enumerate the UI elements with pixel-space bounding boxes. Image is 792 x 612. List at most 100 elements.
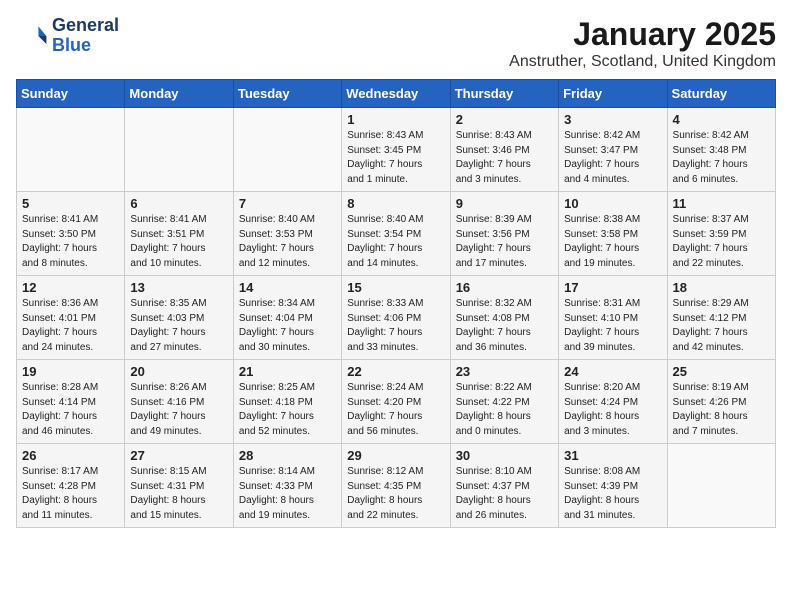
day-info: Sunrise: 8:33 AM Sunset: 4:06 PM Dayligh…: [347, 297, 444, 355]
calendar-cell: 2 Sunrise: 8:43 AM Sunset: 3:46 PM Daylig…: [450, 108, 558, 192]
calendar-cell: 9 Sunrise: 8:39 AM Sunset: 3:56 PM Daylig…: [450, 192, 558, 276]
logo-icon: [16, 20, 48, 52]
day-info: Sunrise: 8:22 AM Sunset: 4:22 PM Dayligh…: [456, 381, 553, 439]
day-number: 21: [239, 364, 336, 379]
day-number: 12: [22, 280, 119, 295]
weekday-header-friday: Friday: [559, 80, 667, 108]
day-number: 1: [347, 112, 444, 127]
day-info: Sunrise: 8:14 AM Sunset: 4:33 PM Dayligh…: [239, 465, 336, 523]
day-number: 3: [564, 112, 661, 127]
day-number: 2: [456, 112, 553, 127]
day-number: 6: [130, 196, 227, 211]
day-info: Sunrise: 8:36 AM Sunset: 4:01 PM Dayligh…: [22, 297, 119, 355]
calendar-cell: 28 Sunrise: 8:14 AM Sunset: 4:33 PM Dayli…: [233, 444, 341, 528]
day-info: Sunrise: 8:17 AM Sunset: 4:28 PM Dayligh…: [22, 465, 119, 523]
day-number: 9: [456, 196, 553, 211]
calendar-cell: 7 Sunrise: 8:40 AM Sunset: 3:53 PM Daylig…: [233, 192, 341, 276]
day-info: Sunrise: 8:37 AM Sunset: 3:59 PM Dayligh…: [673, 213, 770, 271]
day-info: Sunrise: 8:40 AM Sunset: 3:53 PM Dayligh…: [239, 213, 336, 271]
week-row-3: 12 Sunrise: 8:36 AM Sunset: 4:01 PM Dayli…: [17, 276, 776, 360]
calendar-cell: 10 Sunrise: 8:38 AM Sunset: 3:58 PM Dayli…: [559, 192, 667, 276]
calendar-cell: 11Sunrise: 8:37 AM Sunset: 3:59 PM Dayli…: [667, 192, 775, 276]
day-number: 28: [239, 448, 336, 463]
day-number: 15: [347, 280, 444, 295]
day-number: 25: [673, 364, 770, 379]
month-title: January 2025: [509, 16, 776, 53]
weekday-header-monday: Monday: [125, 80, 233, 108]
day-info: Sunrise: 8:10 AM Sunset: 4:37 PM Dayligh…: [456, 465, 553, 523]
day-info: Sunrise: 8:24 AM Sunset: 4:20 PM Dayligh…: [347, 381, 444, 439]
day-info: Sunrise: 8:25 AM Sunset: 4:18 PM Dayligh…: [239, 381, 336, 439]
day-info: Sunrise: 8:29 AM Sunset: 4:12 PM Dayligh…: [673, 297, 770, 355]
calendar-cell: 3 Sunrise: 8:42 AM Sunset: 3:47 PM Daylig…: [559, 108, 667, 192]
calendar-cell: 23 Sunrise: 8:22 AM Sunset: 4:22 PM Dayli…: [450, 360, 558, 444]
calendar-cell: 19 Sunrise: 8:28 AM Sunset: 4:14 PM Dayli…: [17, 360, 125, 444]
day-number: 22: [347, 364, 444, 379]
calendar-cell: [667, 444, 775, 528]
calendar-cell: 8 Sunrise: 8:40 AM Sunset: 3:54 PM Daylig…: [342, 192, 450, 276]
calendar-cell: 12 Sunrise: 8:36 AM Sunset: 4:01 PM Dayli…: [17, 276, 125, 360]
calendar-cell: 20Sunrise: 8:26 AM Sunset: 4:16 PM Dayli…: [125, 360, 233, 444]
day-number: 19: [22, 364, 119, 379]
day-number: 30: [456, 448, 553, 463]
location-subtitle: Anstruther, Scotland, United Kingdom: [509, 53, 776, 71]
day-number: 17: [564, 280, 661, 295]
day-info: Sunrise: 8:39 AM Sunset: 3:56 PM Dayligh…: [456, 213, 553, 271]
day-info: Sunrise: 8:43 AM Sunset: 3:45 PM Dayligh…: [347, 129, 444, 187]
weekday-header-wednesday: Wednesday: [342, 80, 450, 108]
logo-line1: General: [52, 16, 119, 36]
calendar-cell: 18Sunrise: 8:29 AM Sunset: 4:12 PM Dayli…: [667, 276, 775, 360]
day-info: Sunrise: 8:38 AM Sunset: 3:58 PM Dayligh…: [564, 213, 661, 271]
calendar-cell: 26 Sunrise: 8:17 AM Sunset: 4:28 PM Dayli…: [17, 444, 125, 528]
calendar-table: SundayMondayTuesdayWednesdayThursdayFrid…: [16, 79, 776, 528]
calendar-cell: 31Sunrise: 8:08 AM Sunset: 4:39 PM Dayli…: [559, 444, 667, 528]
calendar-cell: 24Sunrise: 8:20 AM Sunset: 4:24 PM Dayli…: [559, 360, 667, 444]
weekday-header-sunday: Sunday: [17, 80, 125, 108]
day-number: 10: [564, 196, 661, 211]
day-info: Sunrise: 8:32 AM Sunset: 4:08 PM Dayligh…: [456, 297, 553, 355]
calendar-cell: 6 Sunrise: 8:41 AM Sunset: 3:51 PM Daylig…: [125, 192, 233, 276]
day-info: Sunrise: 8:12 AM Sunset: 4:35 PM Dayligh…: [347, 465, 444, 523]
weekday-header-row: SundayMondayTuesdayWednesdayThursdayFrid…: [17, 80, 776, 108]
calendar-cell: 4 Sunrise: 8:42 AM Sunset: 3:48 PM Daylig…: [667, 108, 775, 192]
weekday-header-thursday: Thursday: [450, 80, 558, 108]
calendar-cell: [233, 108, 341, 192]
day-info: Sunrise: 8:34 AM Sunset: 4:04 PM Dayligh…: [239, 297, 336, 355]
day-info: Sunrise: 8:26 AM Sunset: 4:16 PM Dayligh…: [130, 381, 227, 439]
day-number: 13: [130, 280, 227, 295]
calendar-cell: 22 Sunrise: 8:24 AM Sunset: 4:20 PM Dayli…: [342, 360, 450, 444]
title-block: January 2025 Anstruther, Scotland, Unite…: [509, 16, 776, 71]
day-info: Sunrise: 8:35 AM Sunset: 4:03 PM Dayligh…: [130, 297, 227, 355]
day-number: 23: [456, 364, 553, 379]
day-info: Sunrise: 8:40 AM Sunset: 3:54 PM Dayligh…: [347, 213, 444, 271]
calendar-cell: [17, 108, 125, 192]
week-row-5: 26 Sunrise: 8:17 AM Sunset: 4:28 PM Dayli…: [17, 444, 776, 528]
day-info: Sunrise: 8:42 AM Sunset: 3:48 PM Dayligh…: [673, 129, 770, 187]
weekday-header-saturday: Saturday: [667, 80, 775, 108]
logo-line2: Blue: [52, 36, 119, 56]
day-info: Sunrise: 8:28 AM Sunset: 4:14 PM Dayligh…: [22, 381, 119, 439]
day-number: 31: [564, 448, 661, 463]
day-number: 27: [130, 448, 227, 463]
day-number: 8: [347, 196, 444, 211]
week-row-1: 1 Sunrise: 8:43 AM Sunset: 3:45 PM Daylig…: [17, 108, 776, 192]
calendar-cell: 16 Sunrise: 8:32 AM Sunset: 4:08 PM Dayli…: [450, 276, 558, 360]
calendar-cell: 29 Sunrise: 8:12 AM Sunset: 4:35 PM Dayli…: [342, 444, 450, 528]
calendar-cell: 27Sunrise: 8:15 AM Sunset: 4:31 PM Dayli…: [125, 444, 233, 528]
calendar-cell: 1 Sunrise: 8:43 AM Sunset: 3:45 PM Daylig…: [342, 108, 450, 192]
day-number: 4: [673, 112, 770, 127]
calendar-cell: 14Sunrise: 8:34 AM Sunset: 4:04 PM Dayli…: [233, 276, 341, 360]
day-info: Sunrise: 8:41 AM Sunset: 3:51 PM Dayligh…: [130, 213, 227, 271]
day-info: Sunrise: 8:43 AM Sunset: 3:46 PM Dayligh…: [456, 129, 553, 187]
calendar-cell: 21 Sunrise: 8:25 AM Sunset: 4:18 PM Dayli…: [233, 360, 341, 444]
day-number: 7: [239, 196, 336, 211]
day-number: 5: [22, 196, 119, 211]
calendar-cell: [125, 108, 233, 192]
day-number: 26: [22, 448, 119, 463]
weekday-header-tuesday: Tuesday: [233, 80, 341, 108]
day-number: 16: [456, 280, 553, 295]
week-row-2: 5Sunrise: 8:41 AM Sunset: 3:50 PM Daylig…: [17, 192, 776, 276]
day-info: Sunrise: 8:42 AM Sunset: 3:47 PM Dayligh…: [564, 129, 661, 187]
day-number: 29: [347, 448, 444, 463]
calendar-cell: 13 Sunrise: 8:35 AM Sunset: 4:03 PM Dayli…: [125, 276, 233, 360]
